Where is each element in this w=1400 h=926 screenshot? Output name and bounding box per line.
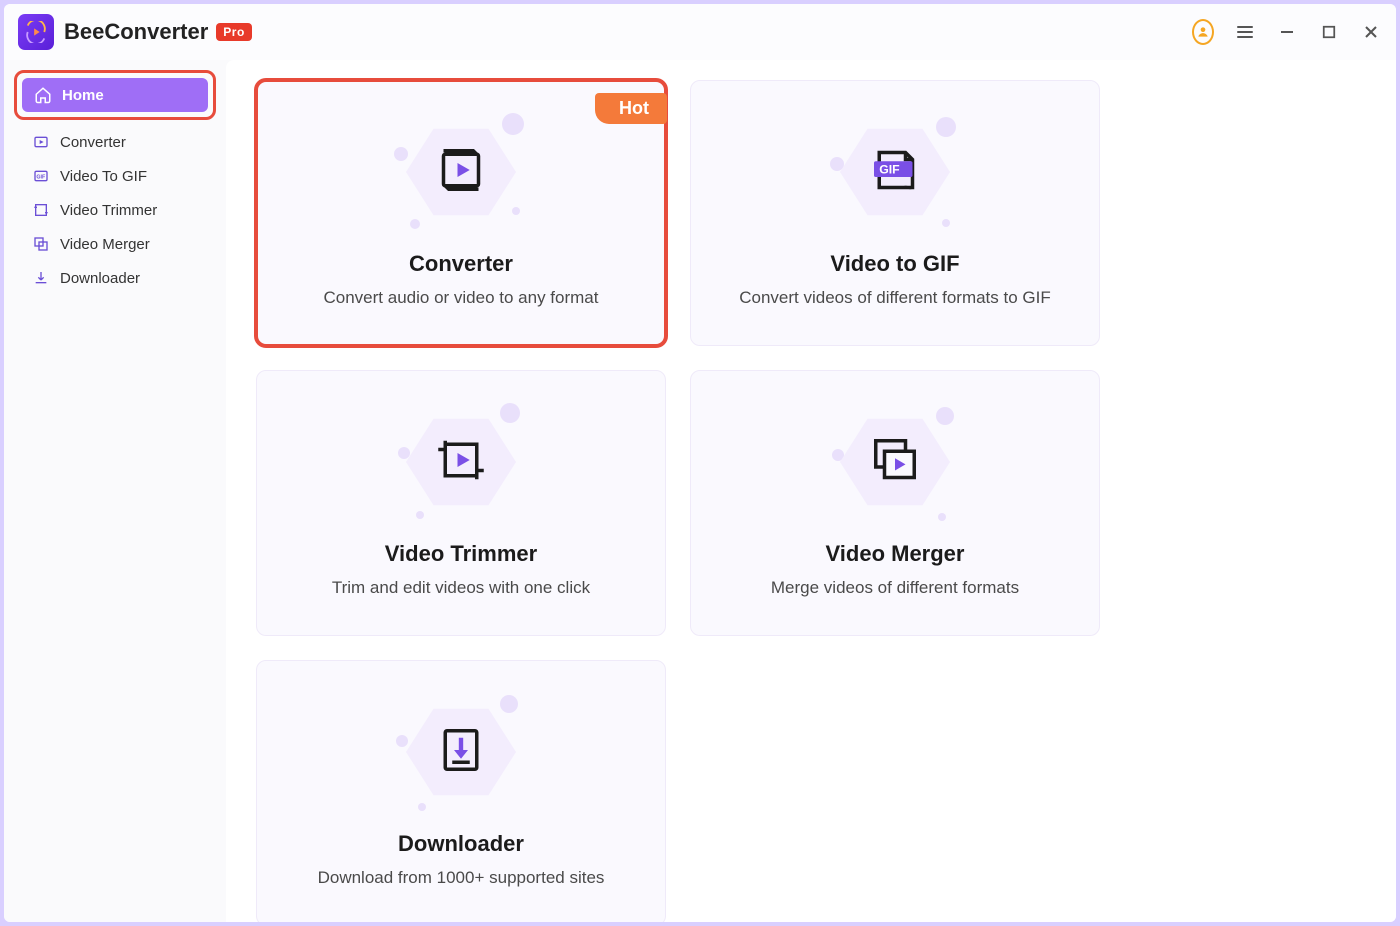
sidebar-item-label: Video Merger <box>60 236 150 253</box>
app-body: Home Converter GIF Video To GIF <box>4 60 1396 922</box>
user-icon <box>1192 19 1214 45</box>
card-desc: Convert audio or video to any format <box>324 287 599 310</box>
card-desc: Merge videos of different formats <box>771 577 1019 600</box>
sidebar-nav-list: Converter GIF Video To GIF Video Trimmer <box>14 126 216 294</box>
sidebar-item-video-merger[interactable]: Video Merger <box>20 228 210 260</box>
card-title: Downloader <box>398 831 524 857</box>
card-video-to-gif[interactable]: GIF Video to GIF Convert videos of diffe… <box>690 80 1100 346</box>
card-illustration <box>396 397 526 527</box>
sidebar-item-video-to-gif[interactable]: GIF Video To GIF <box>20 160 210 192</box>
card-illustration <box>396 107 526 237</box>
content-area: Hot <box>226 60 1396 922</box>
downloader-icon <box>32 269 50 287</box>
card-desc: Download from 1000+ supported sites <box>318 867 605 890</box>
sidebar-item-label: Home <box>62 87 104 104</box>
card-title: Video Trimmer <box>385 541 537 567</box>
card-illustration <box>830 397 960 527</box>
card-title: Video to GIF <box>830 251 959 277</box>
maximize-button[interactable] <box>1318 21 1340 43</box>
close-button[interactable] <box>1360 21 1382 43</box>
home-icon <box>34 86 52 104</box>
card-converter[interactable]: Hot <box>256 80 666 346</box>
sidebar-item-video-trimmer[interactable]: Video Trimmer <box>20 194 210 226</box>
sidebar: Home Converter GIF Video To GIF <box>4 60 226 922</box>
card-video-trimmer[interactable]: Video Trimmer Trim and edit videos with … <box>256 370 666 636</box>
card-title: Converter <box>409 251 513 277</box>
merger-icon <box>32 235 50 253</box>
card-illustration <box>396 687 526 817</box>
sidebar-item-label: Video Trimmer <box>60 202 157 219</box>
gif-icon: GIF <box>867 142 923 203</box>
sidebar-item-label: Downloader <box>60 270 140 287</box>
home-highlight-box: Home <box>14 70 216 120</box>
sidebar-item-converter[interactable]: Converter <box>20 126 210 158</box>
gif-icon: GIF <box>32 167 50 185</box>
minimize-button[interactable] <box>1276 21 1298 43</box>
converter-icon <box>32 133 50 151</box>
account-button[interactable] <box>1192 21 1214 43</box>
sidebar-item-home[interactable]: Home <box>22 78 208 112</box>
card-title: Video Merger <box>826 541 965 567</box>
svg-text:GIF: GIF <box>36 175 46 181</box>
sidebar-item-label: Video To GIF <box>60 168 147 185</box>
titlebar-actions <box>1192 21 1382 43</box>
app-window: BeeConverter Pro <box>4 4 1396 922</box>
hot-badge: Hot <box>595 93 667 124</box>
pro-badge: Pro <box>216 23 252 41</box>
downloader-icon <box>433 722 489 783</box>
merger-icon <box>867 432 923 493</box>
trimmer-icon <box>32 201 50 219</box>
card-desc: Convert videos of different formats to G… <box>739 287 1051 310</box>
menu-button[interactable] <box>1234 21 1256 43</box>
card-illustration: GIF <box>830 107 960 237</box>
card-downloader[interactable]: Downloader Download from 1000+ supported… <box>256 660 666 922</box>
trimmer-icon <box>433 432 489 493</box>
sidebar-item-downloader[interactable]: Downloader <box>20 262 210 294</box>
app-logo <box>18 14 54 50</box>
sidebar-item-label: Converter <box>60 134 126 151</box>
hamburger-icon <box>1237 26 1253 38</box>
svg-text:GIF: GIF <box>879 162 900 176</box>
titlebar: BeeConverter Pro <box>4 4 1396 60</box>
app-name: BeeConverter <box>64 19 208 45</box>
card-video-merger[interactable]: Video Merger Merge videos of different f… <box>690 370 1100 636</box>
card-desc: Trim and edit videos with one click <box>332 577 590 600</box>
converter-icon <box>433 142 489 203</box>
